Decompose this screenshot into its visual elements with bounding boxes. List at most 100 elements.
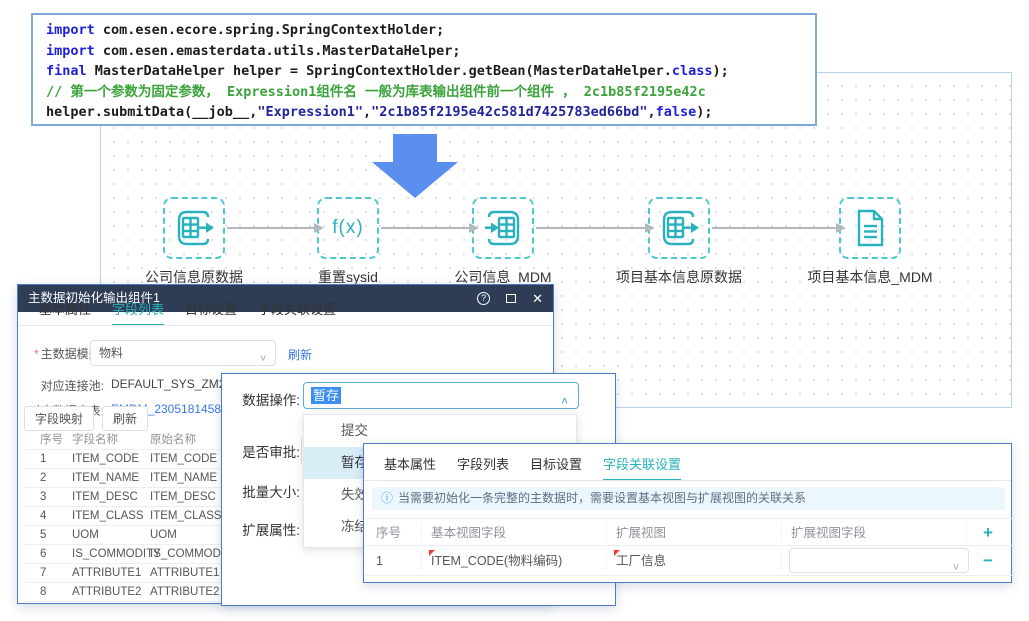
chevron-down-icon: ∨ bbox=[259, 348, 267, 367]
assoc-tab[interactable]: 字段列表 bbox=[457, 454, 509, 479]
model-select-value: 物料 bbox=[99, 346, 123, 360]
approve-label: 是否审批: bbox=[228, 441, 300, 461]
assoc-table-header: 序号基本视图字段扩展视图扩展视图字段+ bbox=[364, 518, 1013, 546]
divider bbox=[18, 325, 553, 326]
flow-node[interactable] bbox=[648, 197, 710, 259]
association-table: 序号基本视图字段扩展视图扩展视图字段+1ITEM_CODE(物料编码)工厂信息∨… bbox=[364, 518, 1013, 576]
field-table-cell: ATTRIBUTE2 bbox=[150, 583, 219, 602]
code-line: helper.submitData(__job__,"Expression1",… bbox=[46, 102, 815, 123]
dialog-tab[interactable]: 字段列表 bbox=[112, 299, 164, 326]
field-mapping-button[interactable]: 字段映射 bbox=[24, 406, 94, 431]
field-table-cell: ITEM_CLASS bbox=[72, 507, 144, 526]
down-arrow-icon bbox=[393, 134, 437, 162]
model-select[interactable]: 物料 ∨ bbox=[90, 340, 276, 366]
field-table-cell: UOM bbox=[150, 526, 177, 545]
code-line: import com.esen.emasterdata.utils.Master… bbox=[46, 41, 815, 62]
fx-icon: f(x) bbox=[332, 217, 363, 239]
assoc-table-row[interactable]: 1ITEM_CODE(物料编码)工厂信息∨− bbox=[364, 546, 1013, 576]
add-row-icon[interactable]: + bbox=[968, 519, 1008, 547]
operation-select-value: 暂存 bbox=[311, 387, 341, 404]
code-token: import bbox=[46, 43, 95, 59]
table-export-icon bbox=[657, 206, 701, 250]
code-token: , bbox=[363, 104, 371, 120]
ext-field-select[interactable]: ∨ bbox=[789, 548, 969, 573]
maximize-icon[interactable] bbox=[506, 294, 516, 303]
chevron-up-icon: ∧ bbox=[560, 391, 569, 411]
field-table-cell: ITEM_DESC bbox=[150, 488, 216, 507]
field-table-cell: 6 bbox=[40, 545, 46, 564]
field-table-cell: 7 bbox=[40, 564, 46, 583]
code-token: helper.submitData(__job__, bbox=[46, 104, 257, 120]
dialog-tabs: 基本属性字段列表目标设置字段关联设置 bbox=[39, 299, 357, 326]
field-table-cell: IS_COMMODITY bbox=[72, 545, 161, 564]
operation-select[interactable]: 暂存 ∧ bbox=[303, 382, 579, 409]
code-token: ); bbox=[712, 63, 728, 79]
code-line: import com.esen.ecore.spring.SpringConte… bbox=[46, 20, 815, 41]
flow-connector-arrow bbox=[536, 227, 646, 229]
field-table-cell: ITEM_NAME bbox=[72, 469, 139, 488]
field-table-cell: ATTRIBUTE1 bbox=[72, 564, 141, 583]
code-token: // 第一个参数为固定参数， Expression1组件名 一般为库表输出组件前… bbox=[46, 84, 706, 100]
help-icon[interactable]: ? bbox=[477, 292, 490, 305]
extattr-label: 扩展属性: bbox=[228, 519, 300, 539]
flow-node[interactable]: f(x) bbox=[317, 197, 379, 259]
assoc-tabs: 基本属性字段列表目标设置字段关联设置 bbox=[384, 454, 702, 481]
code-token: final bbox=[46, 63, 87, 79]
field-table-cell: ATTRIBUTE2 bbox=[72, 583, 141, 602]
refresh-button[interactable]: 刷新 bbox=[102, 406, 148, 431]
assoc-tab[interactable]: 目标设置 bbox=[530, 454, 582, 479]
field-table-cell: ATTRIBUTE1 bbox=[150, 564, 219, 583]
field-table-cell: 2 bbox=[40, 469, 46, 488]
code-line: final MasterDataHelper helper = SpringCo… bbox=[46, 61, 815, 82]
dialog-tab[interactable]: 目标设置 bbox=[185, 299, 237, 324]
dialog-buttons: 字段映射刷新 bbox=[24, 406, 156, 431]
field-table-cell: ITEM_DESC bbox=[72, 488, 138, 507]
flow-connector-arrow bbox=[227, 227, 315, 229]
field-table-cell: 5 bbox=[40, 526, 46, 545]
code-token: import bbox=[46, 22, 95, 38]
flow-node-label: 项目基本信息原数据 bbox=[594, 267, 764, 287]
info-icon: ⓘ bbox=[381, 491, 393, 505]
flow-connector-arrow bbox=[712, 227, 837, 229]
pool-label: 对应连接池: bbox=[18, 377, 104, 394]
assoc-tab[interactable]: 基本属性 bbox=[384, 454, 436, 479]
refresh-link[interactable]: 刷新 bbox=[288, 346, 312, 363]
flow-node[interactable] bbox=[472, 197, 534, 259]
field-table-cell: 4 bbox=[40, 507, 46, 526]
code-token: false bbox=[656, 104, 697, 120]
document-icon bbox=[848, 206, 892, 250]
code-snippet-block: import com.esen.ecore.spring.SpringConte… bbox=[31, 13, 817, 126]
field-table-cell: ITEM_NAME bbox=[150, 469, 217, 488]
field-table-cell: 3 bbox=[40, 488, 46, 507]
assoc-tab[interactable]: 字段关联设置 bbox=[603, 454, 681, 481]
code-token: , bbox=[647, 104, 655, 120]
field-table-cell: 8 bbox=[40, 583, 46, 602]
remove-row-icon[interactable]: − bbox=[968, 546, 1008, 576]
info-banner: ⓘ 当需要初始化一条完整的主数据时，需要设置基本视图与扩展视图的关联关系 bbox=[372, 487, 1005, 510]
dialog-tab[interactable]: 基本属性 bbox=[39, 299, 91, 324]
code-token: com.esen.ecore.spring.SpringContextHolde… bbox=[95, 22, 445, 38]
flow-node[interactable] bbox=[839, 197, 901, 259]
code-token: class bbox=[672, 63, 713, 79]
flow-connector-arrow bbox=[381, 227, 470, 229]
info-text: 当需要初始化一条完整的主数据时，需要设置基本视图与扩展视图的关联关系 bbox=[398, 491, 806, 505]
close-icon[interactable]: ✕ bbox=[532, 292, 543, 305]
required-flag-icon bbox=[614, 550, 620, 556]
dialog-tab[interactable]: 字段关联设置 bbox=[258, 299, 336, 324]
table-export-icon bbox=[172, 206, 216, 250]
field-association-panel: 基本属性字段列表目标设置字段关联设置 ⓘ 当需要初始化一条完整的主数据时，需要设置… bbox=[363, 443, 1012, 583]
field-table-cell: UOM bbox=[72, 526, 99, 545]
code-token: ); bbox=[696, 104, 712, 120]
down-arrow-icon bbox=[372, 162, 458, 198]
code-token: "Expression1" bbox=[257, 104, 363, 120]
field-table-cell: ITEM_CODE bbox=[150, 450, 217, 469]
divider bbox=[364, 480, 1011, 481]
code-line: // 第一个参数为固定参数， Expression1组件名 一般为库表输出组件前… bbox=[46, 82, 815, 103]
chevron-down-icon: ∨ bbox=[952, 555, 960, 579]
table-import-icon bbox=[481, 206, 525, 250]
code-token: com.esen.emasterdata.utils.MasterDataHel… bbox=[95, 43, 461, 59]
field-table-cell: ITEM_CLASS bbox=[150, 507, 222, 526]
flow-node[interactable] bbox=[163, 197, 225, 259]
code-token: MasterDataHelper helper = SpringContextH… bbox=[87, 63, 672, 79]
flow-node-label: 项目基本信息_MDM bbox=[785, 267, 955, 287]
